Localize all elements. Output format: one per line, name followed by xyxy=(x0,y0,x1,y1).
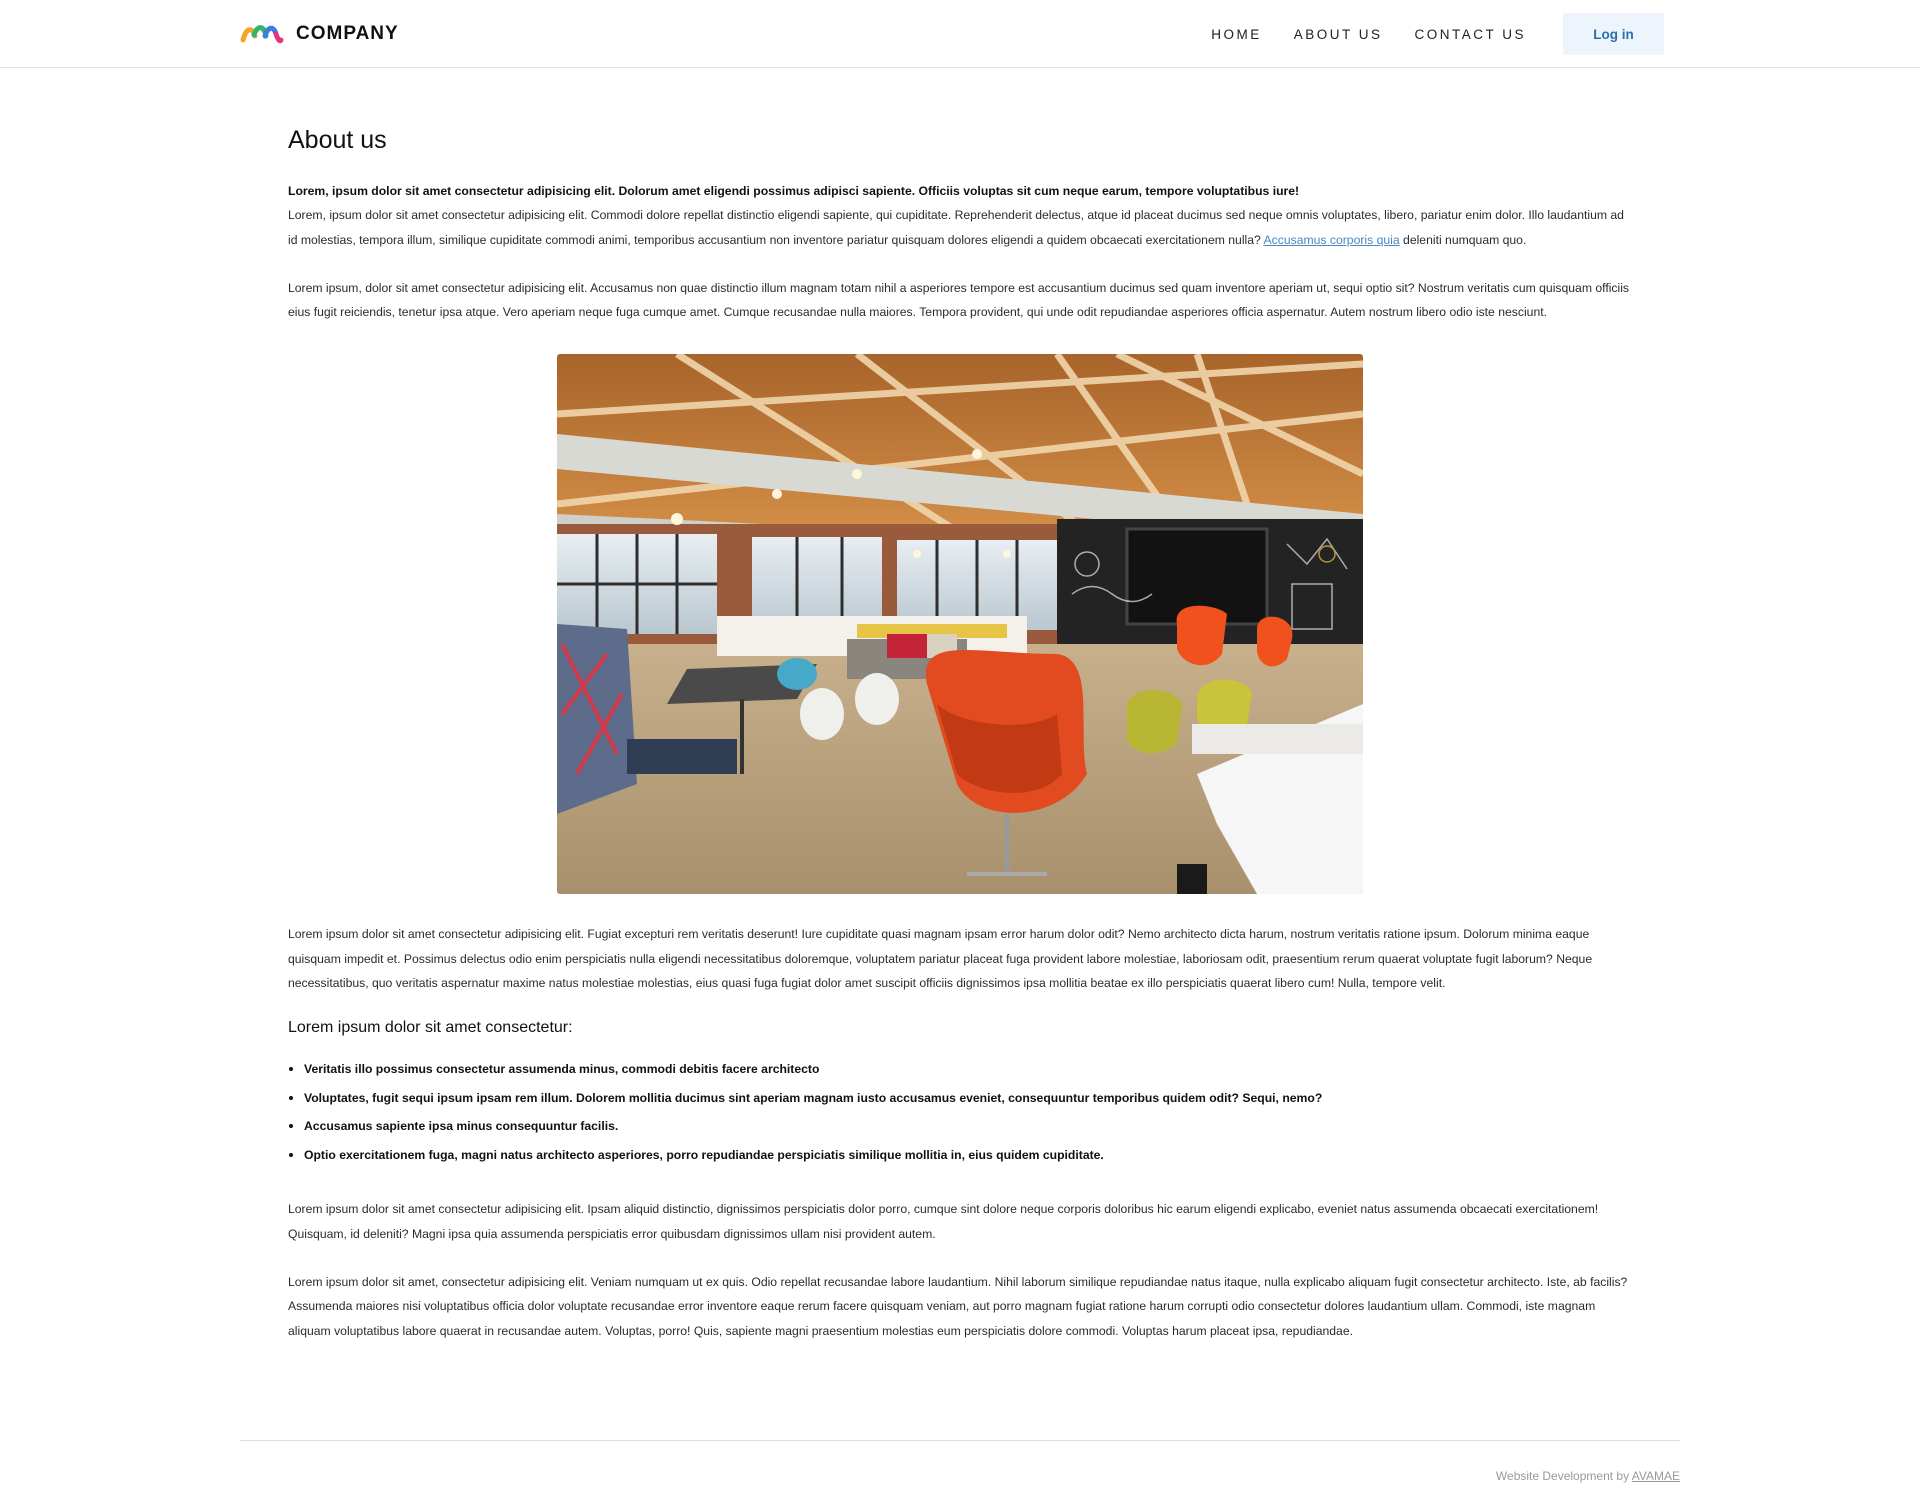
paragraph-3: Lorem ipsum dolor sit amet consectetur a… xyxy=(288,927,1593,991)
company-logo-icon xyxy=(240,20,284,48)
list-item: Accusamus sapiente ipsa minus consequunt… xyxy=(304,1112,1632,1141)
list-item: Optio exercitationem fuga, magni natus a… xyxy=(304,1141,1632,1170)
list-item: Voluptates, fugit sequi ipsum ipsam rem … xyxy=(304,1084,1632,1113)
footer-credit-link[interactable]: AVAMAE xyxy=(1632,1469,1680,1483)
section-subheading: Lorem ipsum dolor sit amet consectetur: xyxy=(288,1019,573,1037)
paragraph-5: Lorem ipsum dolor sit amet, consectetur … xyxy=(288,1274,1628,1338)
footer-credit-text: Website Development by xyxy=(1495,1469,1632,1483)
login-button[interactable]: Log in xyxy=(1563,13,1664,55)
footer-credit: Website Development by AVAMAE xyxy=(1496,1469,1680,1483)
nav-home[interactable]: HOME xyxy=(1211,27,1262,42)
intro-tail: deleniti numquam quo. xyxy=(1399,232,1527,247)
main-content: About us Lorem, ipsum dolor sit amet con… xyxy=(288,112,1632,1343)
bullet-list: Veritatis illo possimus consectetur assu… xyxy=(288,1055,1632,1169)
intro-paragraph: Lorem, ipsum dolor sit amet consectetur … xyxy=(288,179,1632,252)
paragraph-2: Lorem ipsum, dolor sit amet consectetur … xyxy=(288,280,1630,320)
brand-name: COMPANY xyxy=(296,23,399,44)
site-header: COMPANY HOME ABOUT US CONTACT US Log in xyxy=(0,0,1920,68)
main-nav: HOME ABOUT US CONTACT US xyxy=(1179,0,1526,68)
office-photo xyxy=(557,354,1363,895)
nav-contact-us[interactable]: CONTACT US xyxy=(1414,27,1526,42)
logo[interactable]: COMPANY xyxy=(240,20,399,48)
nav-about-us[interactable]: ABOUT US xyxy=(1294,27,1383,42)
footer-divider xyxy=(240,1440,1680,1441)
page-title: About us xyxy=(288,126,387,154)
list-item: Veritatis illo possimus consectetur assu… xyxy=(304,1055,1632,1084)
paragraph-4: Lorem ipsum dolor sit amet consectetur a… xyxy=(288,1202,1599,1241)
intro-link[interactable]: Accusamus corporis quia xyxy=(1264,233,1400,247)
intro-bold-text: Lorem, ipsum dolor sit amet consectetur … xyxy=(288,184,1300,198)
